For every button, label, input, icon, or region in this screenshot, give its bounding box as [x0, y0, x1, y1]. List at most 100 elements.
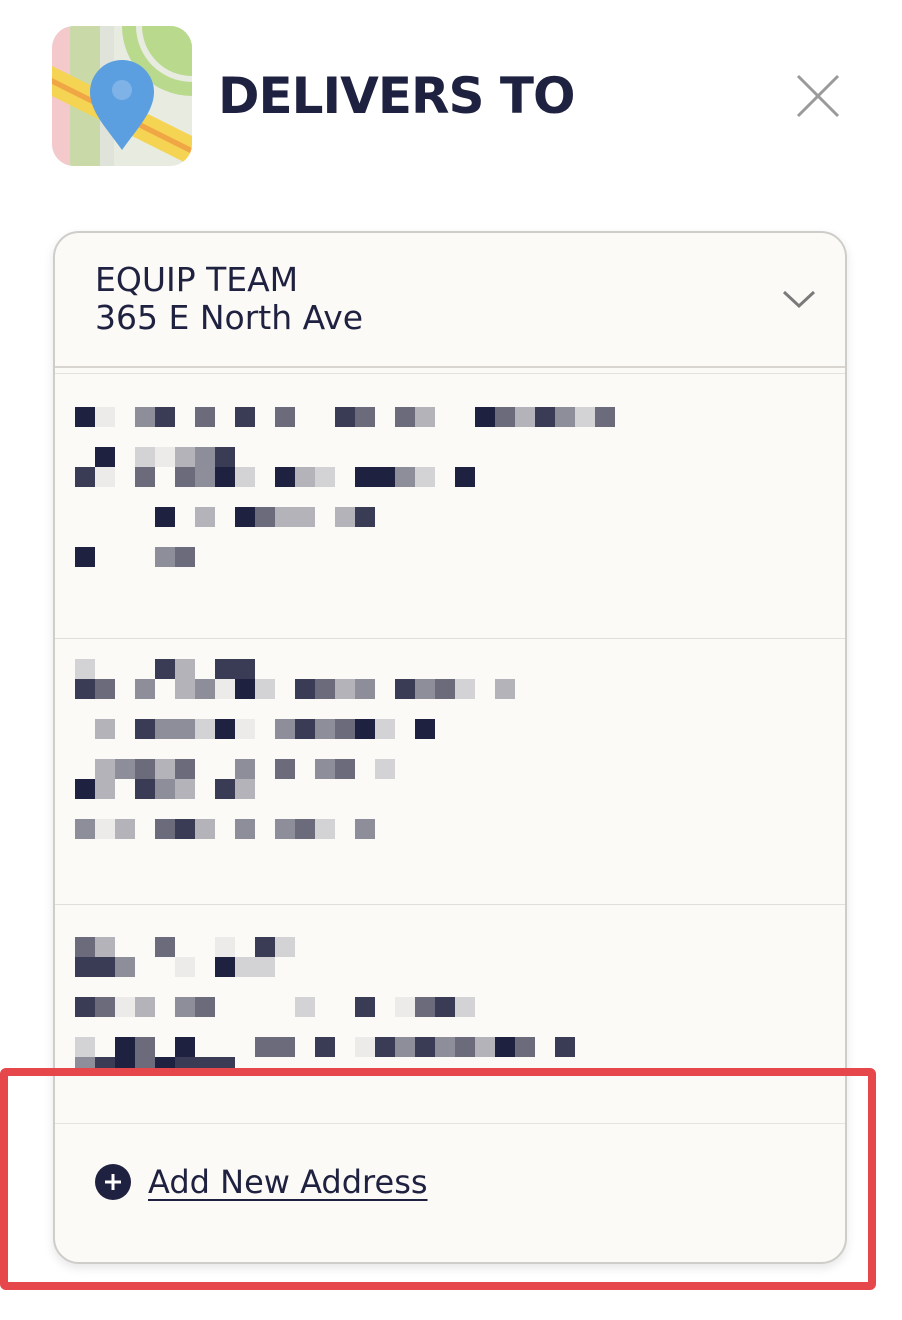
add-new-address-label: Add New Address	[148, 1163, 428, 1201]
redacted-pixel	[155, 1057, 175, 1069]
redacted-pixel	[515, 1037, 535, 1057]
redacted-pixel	[75, 1037, 95, 1057]
redacted-pixel	[595, 407, 615, 427]
redacted-pixel	[475, 407, 495, 427]
redacted-pixel	[155, 447, 175, 467]
close-button[interactable]	[794, 72, 842, 120]
redacted-pixel	[335, 407, 355, 427]
redacted-pixel	[435, 679, 455, 699]
add-new-address-button[interactable]: Add New Address	[95, 1163, 428, 1201]
redacted-pixel	[315, 467, 335, 487]
redacted-pixel	[455, 467, 475, 487]
redacted-pixel	[375, 1037, 395, 1057]
redacted-pixel	[115, 1057, 135, 1069]
redacted-pixel	[155, 507, 175, 527]
selected-address[interactable]: EQUIP TEAM 365 E North Ave	[55, 233, 845, 367]
address-option[interactable]	[71, 659, 831, 899]
redacted-pixel	[235, 507, 255, 527]
redacted-pixel	[415, 719, 435, 739]
redacted-pixel	[195, 679, 215, 699]
redacted-pixel	[355, 507, 375, 527]
redacted-pixel	[135, 779, 155, 799]
redacted-pixel	[255, 1037, 275, 1057]
redacted-pixel	[355, 719, 375, 739]
redacted-pixel	[95, 997, 115, 1017]
redacted-pixel	[135, 1037, 155, 1057]
redacted-pixel	[175, 759, 195, 779]
redacted-pixel	[435, 1037, 455, 1057]
redacted-pixel	[75, 937, 95, 957]
redacted-pixel	[355, 407, 375, 427]
redacted-pixel	[375, 759, 395, 779]
redacted-pixel	[135, 997, 155, 1017]
redacted-pixel	[95, 937, 115, 957]
redacted-pixel	[215, 937, 235, 957]
redacted-pixel	[215, 467, 235, 487]
redacted-pixel	[175, 659, 195, 679]
redacted-pixel	[295, 507, 315, 527]
redacted-pixel	[355, 1037, 375, 1057]
redacted-pixel	[355, 679, 375, 699]
redacted-pixel	[175, 467, 195, 487]
redacted-pixel	[195, 407, 215, 427]
address-dropdown-panel: EQUIP TEAM 365 E North Ave Add New Addre…	[53, 231, 847, 1264]
map-app-icon	[52, 26, 192, 166]
redacted-pixel	[235, 679, 255, 699]
redacted-pixel	[415, 679, 435, 699]
redacted-pixel	[135, 467, 155, 487]
selected-address-street: 365 E North Ave	[95, 298, 364, 337]
redacted-pixel	[135, 759, 155, 779]
redacted-pixel	[95, 957, 115, 977]
redacted-pixel	[235, 779, 255, 799]
redacted-pixel	[235, 759, 255, 779]
redacted-pixel	[155, 407, 175, 427]
redacted-pixel	[235, 957, 255, 977]
redacted-pixel	[155, 759, 175, 779]
redacted-pixel	[195, 507, 215, 527]
redacted-pixel	[215, 719, 235, 739]
redacted-pixel	[95, 447, 115, 467]
redacted-pixel	[355, 997, 375, 1017]
redacted-pixel	[175, 547, 195, 567]
redacted-pixel	[175, 1037, 195, 1057]
redacted-pixel	[155, 659, 175, 679]
redacted-pixel	[395, 467, 415, 487]
redacted-pixel	[235, 659, 255, 679]
redacted-pixel	[135, 1057, 155, 1069]
redacted-pixel	[555, 1037, 575, 1057]
plus-circle-icon	[95, 1164, 131, 1200]
redacted-pixel	[535, 407, 555, 427]
redacted-pixel	[495, 679, 515, 699]
redacted-pixel	[255, 957, 275, 977]
redacted-pixel	[215, 1057, 235, 1069]
redacted-pixel	[75, 547, 95, 567]
redacted-address-text	[71, 659, 831, 899]
redacted-pixel	[135, 447, 155, 467]
redacted-address-text	[71, 407, 831, 637]
redacted-pixel	[115, 957, 135, 977]
redacted-pixel	[355, 819, 375, 839]
redacted-pixel	[395, 1037, 415, 1057]
redacted-pixel	[175, 779, 195, 799]
redacted-pixel	[175, 1057, 195, 1069]
page-title: DELIVERS TO	[218, 67, 576, 125]
redacted-pixel	[315, 679, 335, 699]
address-option[interactable]	[71, 407, 831, 637]
redacted-pixel	[95, 679, 115, 699]
redacted-pixel	[295, 719, 315, 739]
redacted-pixel	[195, 819, 215, 839]
address-option[interactable]	[71, 937, 831, 1069]
redacted-pixel	[175, 997, 195, 1017]
redacted-pixel	[315, 719, 335, 739]
redacted-pixel	[235, 719, 255, 739]
chevron-down-icon[interactable]	[781, 287, 817, 311]
redacted-pixel	[275, 407, 295, 427]
redacted-pixel	[415, 1037, 435, 1057]
redacted-pixel	[295, 679, 315, 699]
redacted-pixel	[475, 1037, 495, 1057]
redacted-pixel	[415, 467, 435, 487]
redacted-pixel	[195, 719, 215, 739]
redacted-pixel	[315, 759, 335, 779]
redacted-pixel	[275, 937, 295, 957]
redacted-pixel	[275, 819, 295, 839]
